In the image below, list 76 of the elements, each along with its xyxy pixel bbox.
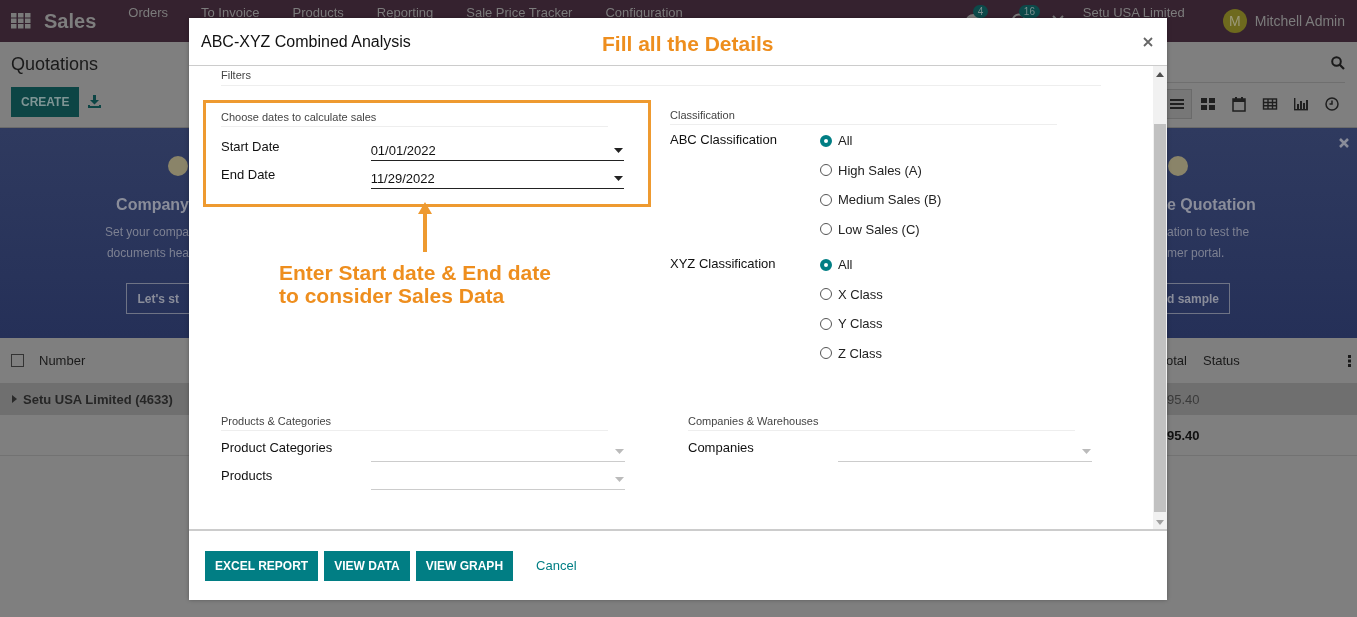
radio-option[interactable]: Y Class (820, 309, 883, 339)
close-button[interactable] (1141, 34, 1155, 49)
grid-icon (1199, 96, 1216, 112)
caret-right-icon (12, 395, 17, 403)
table-cell: 95.40 (1167, 427, 1200, 443)
apps-menu-icon[interactable] (11, 13, 31, 29)
section-heading: Products & Categories (221, 415, 608, 431)
user-name[interactable]: Mitchell Admin (1254, 13, 1345, 29)
radio-option[interactable]: All (820, 126, 942, 156)
activity-count-badge: 16 (1018, 5, 1040, 18)
column-header[interactable]: otal (1166, 353, 1187, 368)
search-icon[interactable] (1331, 56, 1345, 70)
annotation-note: Enter Start date & End date to consider Sales Data (279, 261, 551, 307)
scrollbar[interactable] (1153, 66, 1167, 529)
action-button[interactable]: VIEW DATA (324, 550, 410, 581)
step-title: Company (116, 196, 189, 214)
select-all-checkbox[interactable] (11, 354, 24, 367)
calendar-icon (1230, 96, 1247, 112)
create-button[interactable]: CREATE (11, 87, 80, 117)
menu-item[interactable]: Configuration (605, 5, 683, 20)
message-count-badge: 4 (972, 5, 989, 18)
clock-icon (1323, 96, 1340, 112)
date-field[interactable]: 11/29/2022 (370, 164, 624, 189)
dialog-title: ABC-XYZ Combined Analysis (201, 32, 411, 51)
section-heading: Companies & Warehouses (688, 415, 1075, 431)
page-title: Quotations (11, 54, 99, 75)
menu-item[interactable]: To Invoice (201, 5, 260, 20)
radio-option[interactable]: All (820, 250, 883, 280)
section-heading: Classification (670, 109, 1057, 125)
scroll-up-icon[interactable] (1156, 72, 1164, 77)
cancel-link[interactable]: Cancel (530, 557, 583, 574)
app-name[interactable]: Sales (44, 9, 97, 33)
column-header[interactable]: Status (1203, 353, 1240, 368)
field-label: Product Categories (221, 439, 334, 455)
table-icon (1261, 96, 1278, 112)
action-button[interactable]: VIEW GRAPH (415, 550, 514, 581)
menu-item[interactable]: Products (292, 5, 344, 20)
download-icon[interactable] (88, 95, 101, 108)
company-switcher[interactable]: Setu USA Limited (1082, 5, 1185, 20)
field-label: End Date (221, 166, 277, 182)
step-description: documents hea (106, 245, 189, 262)
menu-item[interactable]: Orders (128, 5, 168, 20)
caret-icon (614, 175, 623, 181)
step-description: mer portal. (1167, 245, 1225, 262)
close-icon[interactable] (1339, 138, 1349, 148)
field-label: Companies (688, 439, 755, 455)
step-dot (1168, 156, 1188, 176)
column-header[interactable]: Number (39, 353, 86, 368)
group-label: Setu USA Limited (4633) (23, 391, 173, 407)
field-label: Start Date (221, 138, 281, 154)
kebab-menu-icon[interactable] (1348, 355, 1351, 367)
list-icon (1168, 96, 1185, 112)
caret-icon (1082, 448, 1091, 454)
menu-item[interactable]: Sale Price Tracker (466, 5, 573, 20)
radio-option[interactable]: Z Class (820, 338, 883, 368)
radio-option[interactable]: High Sales (A) (820, 155, 942, 185)
bar-chart-icon (1292, 96, 1309, 112)
caret-icon (615, 448, 624, 454)
step-description: ation to test the (1167, 224, 1250, 241)
radio-option[interactable]: X Class (820, 279, 883, 309)
section-heading: Choose dates to calculate sales (221, 111, 608, 127)
caret-icon (614, 147, 623, 153)
field-label: Products (221, 467, 274, 483)
caret-icon (615, 476, 624, 482)
radio-option[interactable]: Low Sales (C) (820, 214, 942, 244)
step-dot (168, 156, 188, 176)
field-label: XYZ Classification (670, 255, 777, 273)
action-button[interactable]: EXCEL REPORT (205, 550, 319, 581)
step-title: e Quotation (1167, 196, 1256, 214)
radio-option[interactable]: Medium Sales (B) (820, 185, 942, 215)
field-label: ABC Classification (670, 131, 778, 149)
section-heading: Filters (221, 66, 1101, 86)
scroll-down-icon[interactable] (1156, 520, 1164, 525)
date-field[interactable]: 01/01/2022 (370, 136, 624, 161)
step-description: Set your compa (104, 224, 189, 241)
annotation-heading: Fill all the Details (602, 32, 774, 56)
